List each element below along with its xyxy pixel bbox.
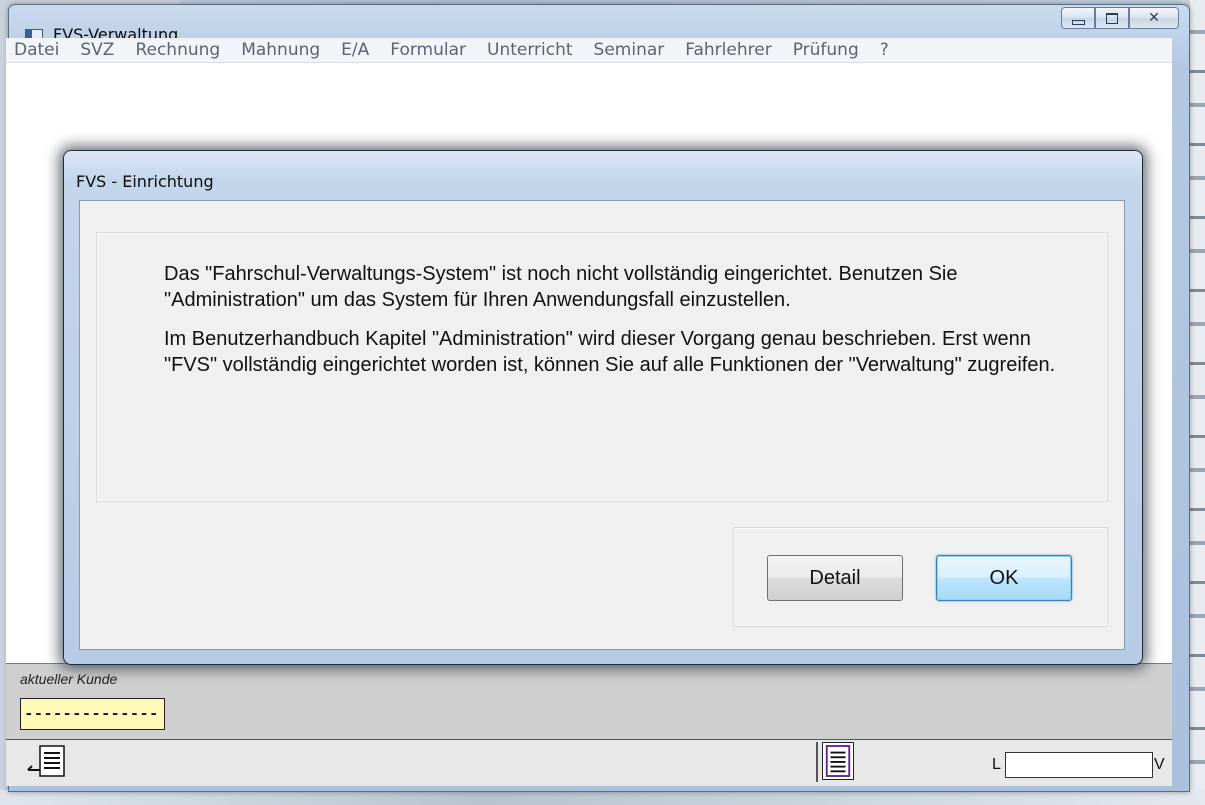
- menu-pruefung[interactable]: Prüfung: [783, 40, 870, 60]
- menu-datei[interactable]: Datei: [6, 40, 70, 60]
- status-l-label: L: [992, 756, 1001, 773]
- window-titlebar[interactable]: FVS-Verwaltung ✕: [9, 5, 1189, 44]
- status-field[interactable]: [1005, 752, 1153, 778]
- document-input-icon[interactable]: [26, 744, 66, 778]
- menu-bar: Datei SVZ Rechnung Mahnung E/A Formular …: [6, 38, 1172, 63]
- close-button[interactable]: ✕: [1129, 7, 1179, 29]
- menu-unterricht[interactable]: Unterricht: [477, 40, 584, 60]
- status-separator: [816, 742, 818, 782]
- menu-ea[interactable]: E/A: [331, 40, 380, 60]
- menu-seminar[interactable]: Seminar: [584, 40, 676, 60]
- message-paragraph-1: Das "Fahrschul-Verwaltungs-System" ist n…: [164, 263, 958, 311]
- menu-rechnung[interactable]: Rechnung: [125, 40, 231, 60]
- maximize-icon: [1106, 12, 1118, 24]
- minimize-button[interactable]: [1061, 7, 1095, 29]
- menu-svz[interactable]: SVZ: [70, 40, 125, 60]
- detail-button[interactable]: Detail: [767, 555, 903, 601]
- message-paragraph-2: Im Benutzerhandbuch Kapitel "Administrat…: [164, 328, 1056, 376]
- ok-button[interactable]: OK: [936, 555, 1072, 601]
- document-list-icon[interactable]: [822, 742, 854, 780]
- minimize-icon: [1071, 19, 1085, 25]
- close-icon: ✕: [1148, 10, 1160, 26]
- dialog-message: Das "Fahrschul-Verwaltungs-System" ist n…: [164, 261, 1064, 391]
- desktop-background-right: [1190, 0, 1205, 805]
- dialog-title: FVS - Einrichtung: [76, 172, 214, 191]
- menu-help[interactable]: ?: [870, 40, 900, 60]
- window-controls: ✕: [1061, 7, 1179, 29]
- customer-field[interactable]: --------------: [20, 698, 165, 730]
- status-v-label: V: [1154, 756, 1165, 773]
- customer-label: aktueller Kunde: [20, 671, 118, 687]
- desktop-background-bottom: [0, 790, 1205, 805]
- menu-formular[interactable]: Formular: [380, 40, 477, 60]
- maximize-button[interactable]: [1095, 7, 1129, 29]
- menu-mahnung[interactable]: Mahnung: [231, 40, 331, 60]
- customer-panel: [6, 663, 1172, 739]
- menu-fahrlehrer[interactable]: Fahrlehrer: [675, 40, 782, 60]
